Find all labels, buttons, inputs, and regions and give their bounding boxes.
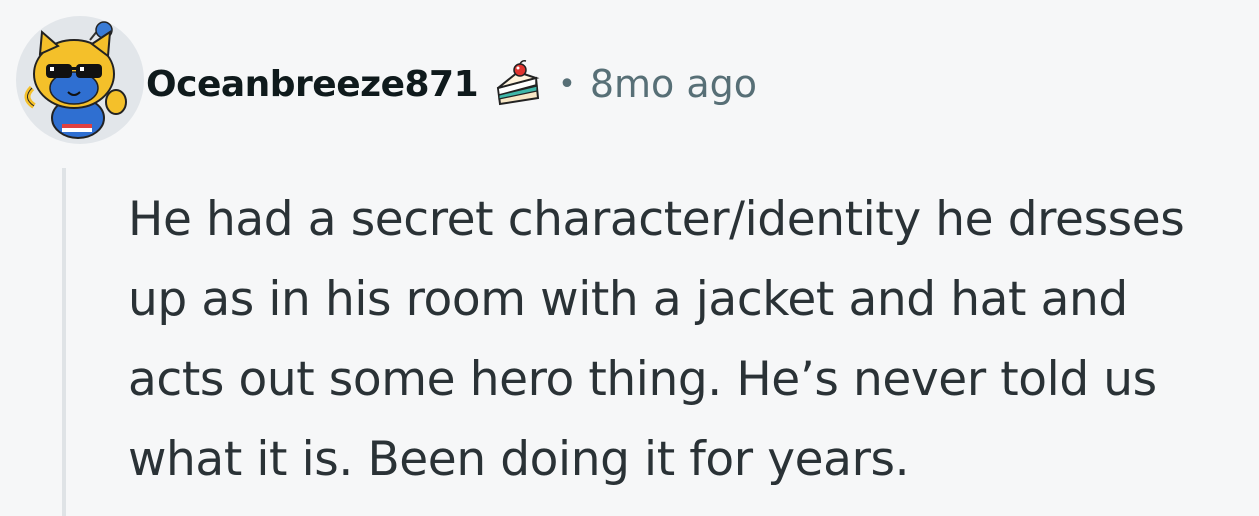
- comment-body-line: acts out some hero thing. He’s never tol…: [128, 352, 1157, 407]
- comment-body: He had a secret character/identity he dr…: [128, 180, 1253, 500]
- user-avatar[interactable]: [16, 16, 144, 144]
- comment-body-line: what it is. Been doing it for years.: [128, 432, 910, 487]
- cake-icon: [497, 60, 540, 106]
- thread-collapse-line[interactable]: [62, 168, 66, 516]
- comment-body-line: He had a secret character/identity he dr…: [128, 192, 1185, 247]
- username-link[interactable]: Oceanbreeze871: [146, 64, 479, 105]
- snoo-avatar-icon: [24, 21, 127, 139]
- cake-day-flair: [492, 58, 544, 110]
- comment-body-line: up as in his room with a jacket and hat …: [128, 272, 1128, 327]
- comment-timestamp[interactable]: 8mo ago: [590, 62, 757, 106]
- comment-header: Oceanbreeze871 • 8mo ago: [146, 56, 757, 112]
- comment: Oceanbreeze871 • 8mo ago He had a secret…: [0, 0, 1259, 516]
- meta-separator: •: [558, 66, 576, 102]
